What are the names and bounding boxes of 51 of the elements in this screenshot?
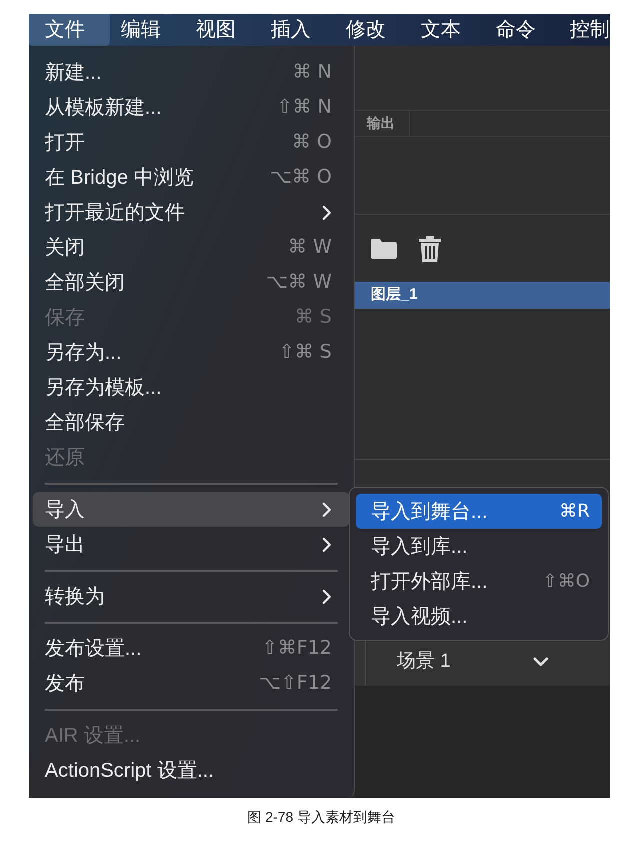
shortcut-label: ⇧⌘ S xyxy=(278,340,332,366)
menu-bar-item[interactable]: 文件 xyxy=(29,14,110,46)
submenu-item[interactable]: 导入到舞台... ⌘R xyxy=(356,494,602,529)
menu-item[interactable]: 从模板新建... ⇧⌘ N xyxy=(33,90,350,125)
menu-item[interactable]: 导出 xyxy=(33,527,350,562)
shortcut-label: ⌘ O xyxy=(292,130,332,156)
menu-bar-item[interactable]: 文本 xyxy=(410,14,485,46)
submenu-item[interactable]: 导入到库... xyxy=(356,529,602,564)
menu-item[interactable]: 导入 xyxy=(33,492,350,527)
menu-item[interactable]: 另存为... ⇧⌘ S xyxy=(33,335,350,370)
menu-item[interactable]: 另存为模板... xyxy=(33,370,350,405)
shortcut-label: ⌥⇧F12 xyxy=(259,671,332,696)
scene-label: 场景 1 xyxy=(397,650,451,674)
menu-bar-item[interactable]: 视图 xyxy=(185,14,260,46)
menu-item[interactable]: 打开 ⌘ O xyxy=(33,125,350,160)
shortcut-label: ⌘ S xyxy=(294,305,332,330)
chevron-right-icon xyxy=(322,536,332,552)
submenu-item[interactable]: 打开外部库... ⇧⌘O xyxy=(356,564,602,599)
menu-item[interactable]: 转换为 xyxy=(33,579,350,614)
chevron-down-icon[interactable] xyxy=(532,657,549,667)
shortcut-label: ⌥⌘ O xyxy=(270,165,332,190)
menu-bar-item[interactable]: 编辑 xyxy=(110,14,185,46)
trash-icon[interactable] xyxy=(419,236,441,262)
menu-item[interactable]: 在 Bridge 中浏览 ⌥⌘ O xyxy=(33,160,350,195)
shortcut-label: ⇧⌘F12 xyxy=(262,636,332,662)
panel-tab[interactable]: 输出 xyxy=(355,111,410,136)
figure-caption: 图 2-78 导入素材到舞台 xyxy=(246,808,396,827)
shortcut-label: ⇧⌘ N xyxy=(276,95,332,120)
chevron-right-icon xyxy=(322,588,332,604)
chevron-right-icon xyxy=(322,204,332,220)
layer-row[interactable]: 图层_1 xyxy=(355,282,610,309)
menu-item[interactable]: 新建... ⌘ N xyxy=(33,55,350,90)
shortcut-label: ⌘ W xyxy=(288,235,332,260)
menu-bar-item[interactable]: 命令 xyxy=(485,14,560,46)
menu-item[interactable]: 全部关闭 ⌥⌘ W xyxy=(33,265,350,300)
shortcut-label: ⇧⌘O xyxy=(542,570,590,594)
folder-icon[interactable] xyxy=(371,238,397,258)
shortcut-label: ⌘ N xyxy=(292,60,332,86)
menu-item[interactable]: 发布设置... ⇧⌘F12 xyxy=(33,631,350,666)
submenu-item[interactable]: 导入视频... xyxy=(356,599,602,634)
menu-bar-item[interactable]: 插入 xyxy=(260,14,335,46)
shortcut-label: ⌘R xyxy=(559,500,590,524)
menu-bar-item[interactable]: 修改 xyxy=(335,14,410,46)
menu-item[interactable]: 关闭 ⌘ W xyxy=(33,230,350,265)
menu-bar-item[interactable]: 控制 xyxy=(560,14,610,46)
chevron-right-icon xyxy=(322,502,332,518)
menu-item[interactable]: 打开最近的文件 xyxy=(33,195,350,230)
menu-item[interactable]: ActionScript 设置... xyxy=(33,753,350,788)
menu-item[interactable]: 发布 ⌥⇧F12 xyxy=(33,666,350,701)
shortcut-label: ⌥⌘ W xyxy=(266,270,332,296)
menu-item[interactable]: 全部保存 xyxy=(33,405,350,440)
